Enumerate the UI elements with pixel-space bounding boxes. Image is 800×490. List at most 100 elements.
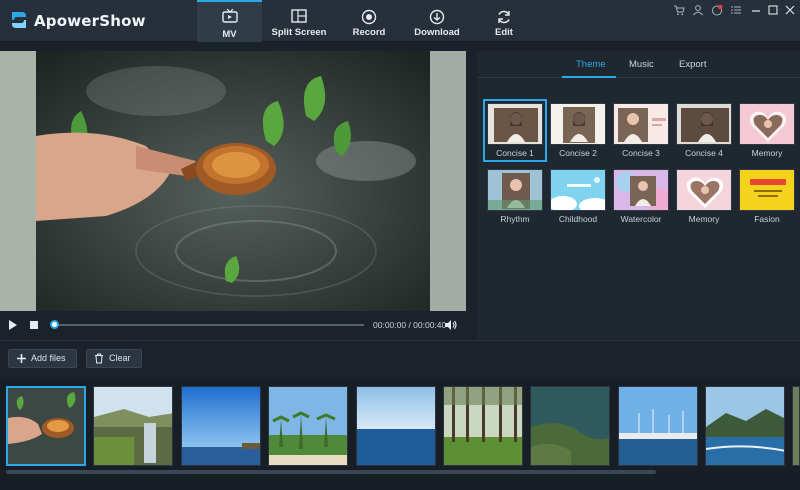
media-toolbar: Add files Clear bbox=[0, 340, 800, 376]
tab-music[interactable]: Music bbox=[629, 59, 654, 70]
app-brand: ApowerShow bbox=[34, 12, 146, 30]
theme-fasion[interactable]: Fasion bbox=[739, 169, 795, 224]
tab-split-screen-label: Split Screen bbox=[271, 27, 327, 38]
theme-name: Memory bbox=[751, 148, 783, 158]
maximize-button[interactable] bbox=[767, 4, 779, 16]
tab-download[interactable]: Download bbox=[406, 0, 468, 42]
theme-memory[interactable]: Memory bbox=[739, 103, 795, 158]
theme-name: Watercolor bbox=[620, 214, 662, 224]
theme-name: Childhood bbox=[558, 214, 598, 224]
plus-icon bbox=[17, 354, 26, 363]
record-icon bbox=[361, 9, 377, 25]
add-files-label: Add files bbox=[31, 353, 66, 363]
clip-thumbnail bbox=[706, 387, 784, 465]
theme-thumbnail bbox=[614, 104, 668, 144]
notification-icon bbox=[712, 4, 723, 16]
close-icon bbox=[785, 5, 795, 15]
progress-handle[interactable] bbox=[50, 320, 59, 329]
clip-thumbnail bbox=[269, 387, 347, 465]
theme-thumbnail bbox=[677, 170, 731, 210]
theme-name: Concise 2 bbox=[559, 148, 597, 158]
volume-icon[interactable] bbox=[444, 319, 457, 331]
clip-3[interactable] bbox=[181, 386, 261, 466]
clear-label: Clear bbox=[109, 353, 131, 363]
account-button[interactable] bbox=[692, 4, 704, 16]
clip-1[interactable] bbox=[6, 386, 86, 466]
player-controls: 00:00:00 / 00:00:40 bbox=[0, 311, 466, 339]
trash-icon bbox=[95, 353, 103, 364]
clip-thumbnail bbox=[357, 387, 435, 465]
apowershow-logo-icon bbox=[12, 12, 26, 28]
split-screen-icon bbox=[291, 9, 307, 23]
clip-4[interactable] bbox=[268, 386, 348, 466]
tab-split-screen[interactable]: Split Screen bbox=[266, 0, 332, 42]
theme-thumbnail bbox=[677, 104, 731, 144]
theme-name: Memory bbox=[688, 214, 720, 224]
close-button[interactable] bbox=[784, 4, 796, 16]
media-filmstrip bbox=[0, 377, 800, 490]
theme-thumbnail bbox=[740, 170, 794, 210]
theme-rhythm[interactable]: Rhythm bbox=[487, 169, 543, 224]
theme-concise-1[interactable]: Concise 1 bbox=[483, 99, 547, 162]
theme-name: Concise 1 bbox=[496, 148, 534, 158]
clear-button[interactable]: Clear bbox=[86, 349, 142, 368]
clip-9[interactable] bbox=[705, 386, 785, 466]
theme-name: Rhythm bbox=[500, 214, 530, 224]
minimize-button[interactable] bbox=[750, 4, 762, 16]
theme-concise-3[interactable]: Concise 3 bbox=[613, 103, 669, 158]
theme-thumbnail bbox=[614, 170, 668, 210]
clip-thumbnail bbox=[619, 387, 697, 465]
tv-icon bbox=[221, 9, 238, 23]
progress-track[interactable] bbox=[52, 324, 364, 326]
theme-thumbnail bbox=[551, 104, 605, 144]
play-icon[interactable] bbox=[8, 319, 18, 331]
theme-thumbnail bbox=[740, 104, 794, 144]
cart-icon bbox=[674, 5, 685, 16]
clip-10-partial[interactable] bbox=[792, 386, 800, 466]
clip-thumbnail bbox=[793, 387, 799, 465]
top-bar: ApowerShow MV Split Screen Record Downlo… bbox=[0, 0, 800, 42]
cart-button[interactable] bbox=[673, 4, 685, 16]
tab-record[interactable]: Record bbox=[339, 0, 399, 42]
clip-8[interactable] bbox=[618, 386, 698, 466]
clip-thumbnail bbox=[8, 388, 84, 464]
tab-edit[interactable]: Edit bbox=[476, 0, 532, 42]
tab-mv-label: MV bbox=[222, 29, 237, 40]
theme-thumbnail bbox=[488, 104, 542, 144]
tab-mv[interactable]: MV bbox=[197, 0, 262, 42]
clip-thumbnail bbox=[444, 387, 522, 465]
clip-7[interactable] bbox=[530, 386, 610, 466]
theme-concise-4[interactable]: Concise 4 bbox=[676, 103, 732, 158]
refresh-icon bbox=[498, 10, 510, 24]
theme-memory-2[interactable]: Memory bbox=[676, 169, 732, 224]
video-preview[interactable] bbox=[0, 51, 466, 311]
tab-theme[interactable]: Theme bbox=[576, 59, 606, 70]
clip-thumbnail bbox=[531, 387, 609, 465]
clip-thumbnail bbox=[94, 387, 172, 465]
active-tab-indicator bbox=[562, 76, 616, 78]
user-icon bbox=[693, 5, 703, 16]
filmstrip-scrollbar[interactable] bbox=[6, 470, 656, 474]
theme-panel: Theme Music Export Concise 1 Concise 2 C… bbox=[477, 51, 800, 339]
theme-concise-2[interactable]: Concise 2 bbox=[550, 103, 606, 158]
clip-thumbnail bbox=[182, 387, 260, 465]
notification-button[interactable] bbox=[711, 4, 723, 16]
minimize-icon bbox=[752, 10, 760, 12]
theme-name: Fasion bbox=[754, 214, 780, 224]
stop-icon[interactable] bbox=[29, 320, 39, 330]
timecode: 00:00:00 / 00:00:40 bbox=[373, 320, 447, 330]
download-icon bbox=[429, 9, 445, 25]
theme-childhood[interactable]: Childhood bbox=[550, 169, 606, 224]
menu-icon bbox=[731, 6, 741, 14]
add-files-button[interactable]: Add files bbox=[8, 349, 77, 368]
theme-watercolor[interactable]: Watercolor bbox=[613, 169, 669, 224]
menu-button[interactable] bbox=[730, 4, 742, 16]
preview-image bbox=[36, 51, 430, 311]
maximize-icon bbox=[768, 5, 778, 15]
clip-6[interactable] bbox=[443, 386, 523, 466]
tab-export[interactable]: Export bbox=[679, 59, 706, 70]
preview-left-blur bbox=[0, 51, 36, 311]
clip-5[interactable] bbox=[356, 386, 436, 466]
clip-2[interactable] bbox=[93, 386, 173, 466]
tab-record-label: Record bbox=[352, 27, 386, 38]
